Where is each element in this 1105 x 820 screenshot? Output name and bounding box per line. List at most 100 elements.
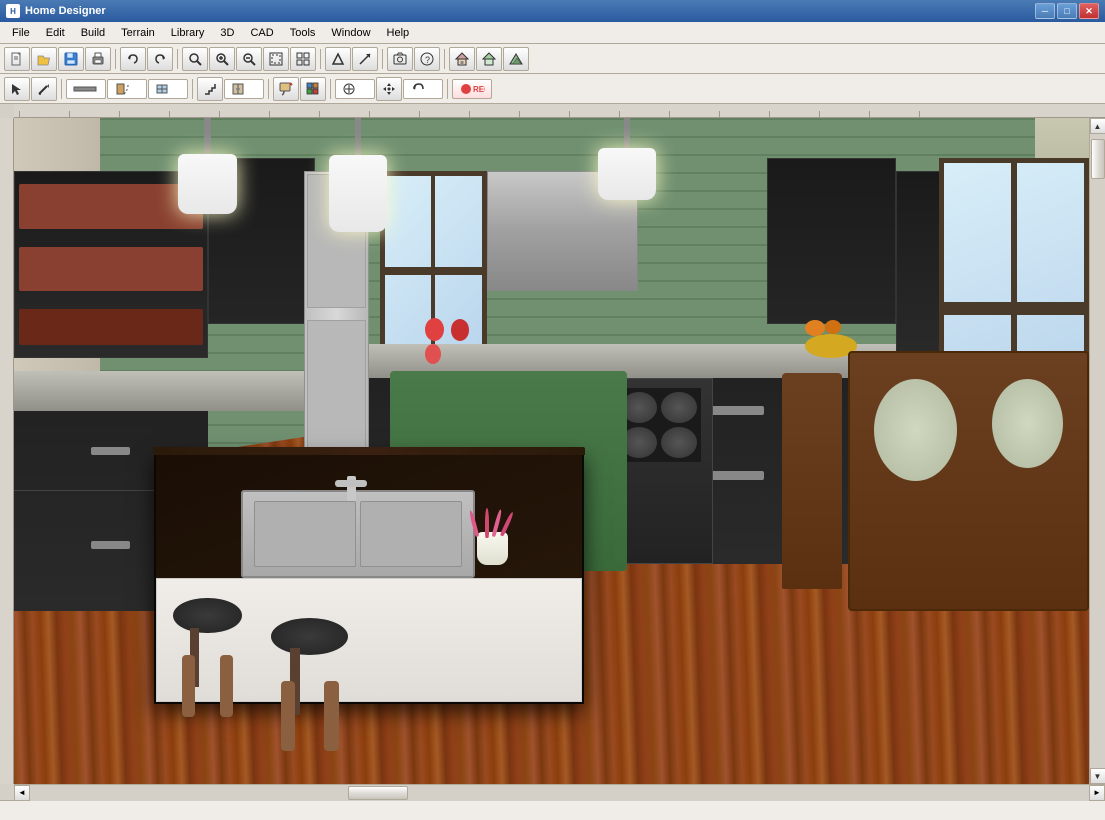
menu-3d[interactable]: 3D [212, 25, 242, 41]
ruler-mark [469, 111, 519, 117]
scroll-left-button[interactable]: ◄ [14, 785, 30, 801]
zoom-in-button[interactable] [209, 47, 235, 71]
redo-button[interactable] [147, 47, 173, 71]
new-button[interactable] [4, 47, 30, 71]
svg-text:?: ? [425, 55, 430, 65]
ruler-mark [769, 111, 819, 117]
door-tool[interactable] [107, 79, 147, 99]
app-icon: H [6, 4, 20, 18]
house-2d-button[interactable] [476, 47, 502, 71]
separator-t2-4 [330, 79, 331, 99]
separator-5 [444, 49, 445, 69]
stool-2 [261, 618, 358, 751]
ruler-mark [669, 111, 719, 117]
photo-button[interactable] [387, 47, 413, 71]
ruler-mark [119, 111, 169, 117]
menu-library[interactable]: Library [163, 25, 213, 41]
minimize-button[interactable]: ─ [1035, 3, 1055, 19]
ruler-mark [219, 111, 269, 117]
toolbar-1: ? [0, 44, 1105, 74]
upper-cabinet-back-right [767, 158, 896, 325]
flower-vase [467, 510, 518, 565]
ruler-mark [919, 111, 969, 117]
material-tool[interactable] [300, 77, 326, 101]
pendant-2 [326, 118, 391, 351]
separator-t2-3 [268, 79, 269, 99]
record-tool[interactable]: REC [452, 79, 492, 99]
scroll-down-button[interactable]: ▼ [1090, 768, 1105, 784]
ruler-mark [619, 111, 669, 117]
scrollbar-right: ▲ ▼ [1089, 118, 1105, 784]
zoom-out-button[interactable] [236, 47, 262, 71]
separator-1 [115, 49, 116, 69]
rotate-tool[interactable] [403, 79, 443, 99]
scroll-track-vertical[interactable] [1090, 134, 1105, 768]
cabinet-tool[interactable] [224, 79, 264, 99]
house-button[interactable] [449, 47, 475, 71]
title-bar: H Home Designer ─ □ ✕ [0, 0, 1105, 22]
window-title: Home Designer [25, 5, 1035, 17]
maximize-button[interactable]: □ [1057, 3, 1077, 19]
ruler-mark [569, 111, 619, 117]
open-button[interactable] [31, 47, 57, 71]
menu-build[interactable]: Build [73, 25, 113, 41]
menu-bar: File Edit Build Terrain Library 3D CAD T… [0, 22, 1105, 44]
scroll-up-button[interactable]: ▲ [1090, 118, 1105, 134]
arrow-up-button[interactable] [325, 47, 351, 71]
scroll-thumb-horizontal[interactable] [348, 786, 408, 800]
paint-tool[interactable] [273, 77, 299, 101]
svg-text:REC: REC [473, 85, 485, 94]
apples [423, 318, 488, 351]
menu-help[interactable]: Help [379, 25, 418, 41]
3d-scene [14, 118, 1089, 784]
status-bar [0, 800, 1105, 820]
place-tool[interactable] [335, 79, 375, 99]
fit-all-button[interactable] [290, 47, 316, 71]
window-controls: ─ □ ✕ [1035, 3, 1099, 19]
ruler-mark [69, 111, 119, 117]
menu-terrain[interactable]: Terrain [113, 25, 163, 41]
select-tool[interactable] [4, 77, 30, 101]
scroll-track-horizontal[interactable] [30, 785, 1089, 801]
print-button[interactable] [85, 47, 111, 71]
draw-tool[interactable] [31, 77, 57, 101]
terrain-button[interactable] [503, 47, 529, 71]
ruler-mark [269, 111, 319, 117]
zoom-glass-button[interactable] [182, 47, 208, 71]
menu-file[interactable]: File [4, 25, 38, 41]
menu-window[interactable]: Window [323, 25, 378, 41]
close-button[interactable]: ✕ [1079, 3, 1099, 19]
ruler-mark [719, 111, 769, 117]
menu-cad[interactable]: CAD [242, 25, 281, 41]
ruler-top [14, 104, 1105, 118]
window-tool[interactable] [148, 79, 188, 99]
separator-t2-5 [447, 79, 448, 99]
help-button[interactable]: ? [414, 47, 440, 71]
separator-t2-1 [61, 79, 62, 99]
menu-tools[interactable]: Tools [282, 25, 324, 41]
arrow-diag-button[interactable] [352, 47, 378, 71]
sink [241, 490, 475, 577]
ruler-mark [869, 111, 919, 117]
ruler-mark [419, 111, 469, 117]
counter-left [14, 371, 304, 411]
move-tool[interactable] [376, 77, 402, 101]
menu-edit[interactable]: Edit [38, 25, 73, 41]
wall-tool[interactable] [66, 79, 106, 99]
ruler-mark [819, 111, 869, 117]
toolbar-2: REC [0, 74, 1105, 104]
save-button[interactable] [58, 47, 84, 71]
fit-view-button[interactable] [263, 47, 289, 71]
ruler-mark [19, 111, 69, 117]
ruler-mark [519, 111, 569, 117]
ruler-mark [319, 111, 369, 117]
ruler-mark [369, 111, 419, 117]
viewport[interactable] [14, 118, 1089, 784]
separator-3 [320, 49, 321, 69]
undo-button[interactable] [120, 47, 146, 71]
stairs-tool[interactable] [197, 77, 223, 101]
ruler-mark [169, 111, 219, 117]
pendant-3 [595, 118, 660, 304]
scroll-thumb-vertical[interactable] [1091, 139, 1105, 179]
scroll-right-button[interactable]: ► [1089, 785, 1105, 801]
